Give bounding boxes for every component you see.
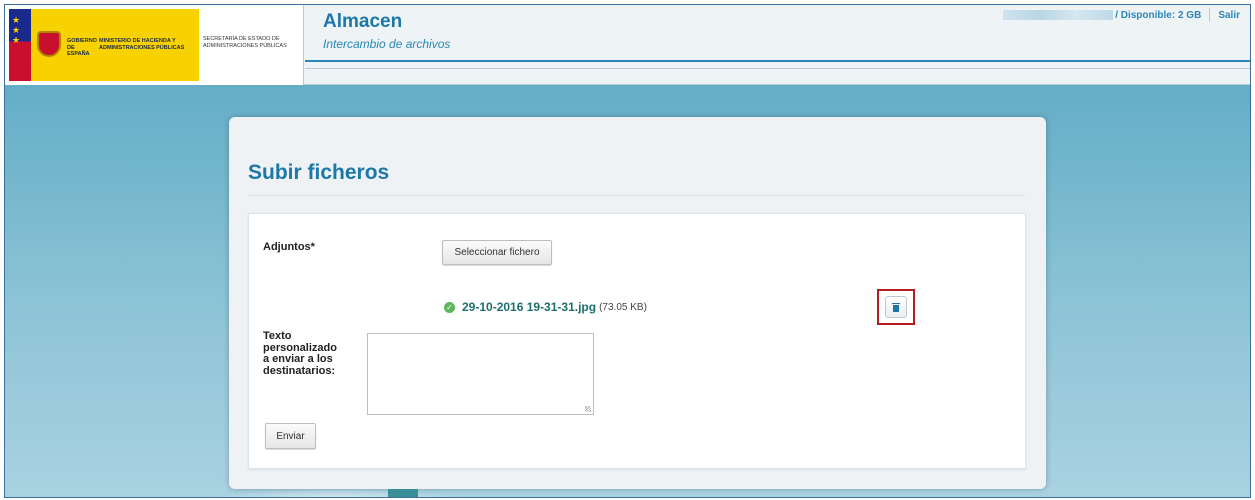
user-name-blurred <box>1003 10 1114 20</box>
app-window: ★ ★ ★ GOBIERNO DE ESPAÑA MINISTERIO DE HAC… <box>4 4 1251 498</box>
app-title: Almacen <box>323 11 403 32</box>
upload-form: Adjuntos* Seleccionar fichero ✓ 29-10-20… <box>248 213 1026 469</box>
app-subtitle: Intercambio de archivos <box>323 37 451 51</box>
resize-grip-icon[interactable] <box>585 406 591 412</box>
message-label: Texto personalizado a enviar a los desti… <box>263 330 337 377</box>
header-divider <box>305 60 1250 62</box>
delete-file-button[interactable] <box>885 296 907 318</box>
upload-panel: Subir ficheros Adjuntos* Seleccionar fic… <box>229 117 1046 489</box>
check-circle-icon: ✓ <box>444 301 455 313</box>
separator <box>1209 8 1211 22</box>
send-button[interactable]: Enviar <box>265 423 316 449</box>
trash-icon <box>892 302 900 312</box>
background-teal-shape <box>388 489 418 497</box>
delete-highlight-box <box>877 289 915 325</box>
user-area: / Disponible: 2 GB Salir <box>1003 8 1240 22</box>
attached-file: ✓ 29-10-2016 19-31-31.jpg (73.05 KB) <box>444 300 647 314</box>
logo-ministry-text: MINISTERIO DE HACIENDA Y ADMINISTRACIONE… <box>99 38 185 51</box>
select-file-button[interactable]: Seleccionar fichero <box>442 240 552 265</box>
coat-of-arms-icon <box>37 31 61 57</box>
eu-flag-strip: ★ ★ ★ <box>9 9 31 81</box>
logout-link[interactable]: Salir <box>1218 10 1240 21</box>
logo-secretariat-text: SECRETARÍA DE ESTADO DE ADMINISTRACIONES… <box>203 36 287 49</box>
government-logo: ★ ★ ★ GOBIERNO DE ESPAÑA MINISTERIO DE HAC… <box>5 5 304 85</box>
background-ornament <box>211 489 461 497</box>
title-divider <box>248 195 1025 196</box>
message-textarea[interactable] <box>367 333 594 415</box>
attachments-label: Adjuntos* <box>263 241 315 253</box>
header-subbar <box>305 68 1250 69</box>
page-title: Subir ficheros <box>248 161 390 184</box>
header: ★ ★ ★ GOBIERNO DE ESPAÑA MINISTERIO DE HAC… <box>5 5 1250 85</box>
file-name-link[interactable]: 29-10-2016 19-31-31.jpg <box>462 300 596 314</box>
available-space: / Disponible: 2 GB <box>1115 9 1202 21</box>
file-size: (73.05 KB) <box>599 301 647 313</box>
logo-government-text: GOBIERNO DE ESPAÑA <box>67 38 97 57</box>
logo-yellow-block: ★ ★ ★ GOBIERNO DE ESPAÑA MINISTERIO DE HAC… <box>9 9 199 81</box>
